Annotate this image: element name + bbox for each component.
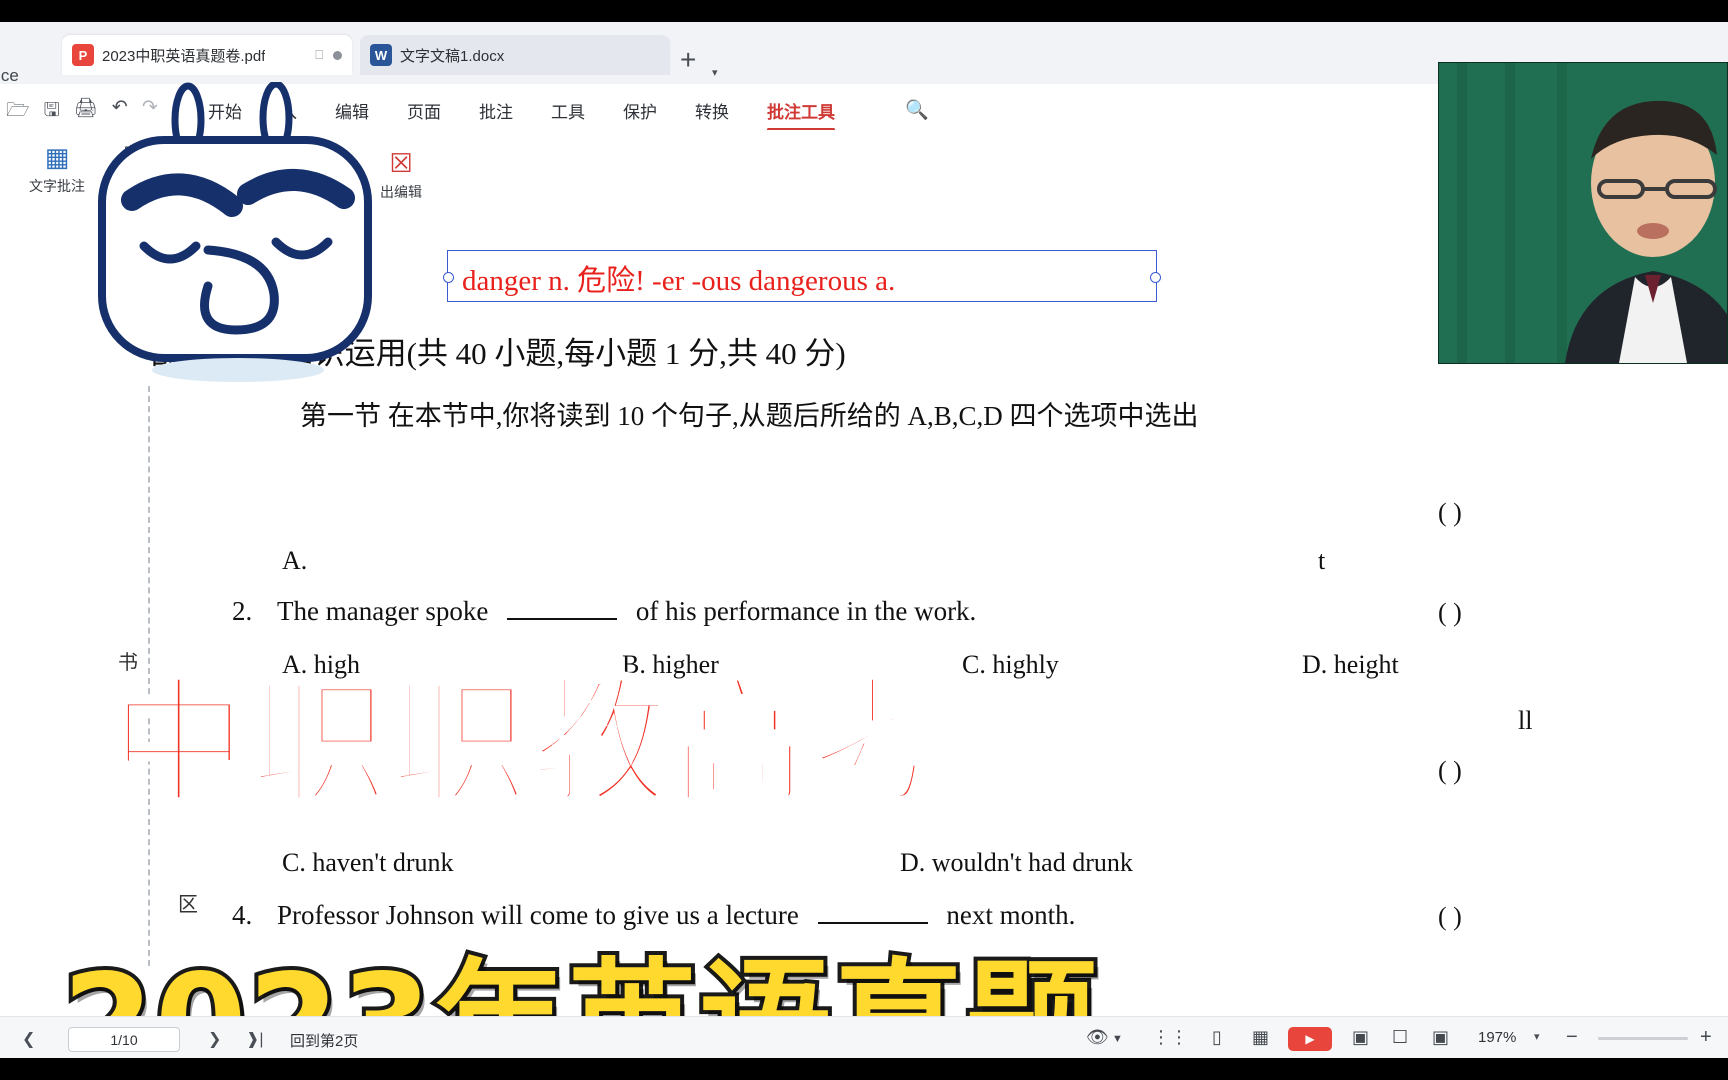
answer-blank <box>507 618 618 620</box>
eye-icon[interactable]: 👁 <box>1086 1027 1109 1048</box>
zoom-slider[interactable] <box>1598 1037 1688 1040</box>
tab-docx[interactable]: W 文字文稿1.docx <box>360 35 670 75</box>
tab-label: 2023中职英语真题卷.pdf <box>102 47 266 65</box>
resize-handle-right[interactable] <box>1150 272 1161 283</box>
fit-width-icon[interactable]: ⋮⋮ <box>1152 1027 1188 1048</box>
annotation-text-box[interactable]: danger n. 危险! -er -ous dangerous a. <box>443 250 1161 302</box>
tab-indicators: ⎕ <box>315 47 342 63</box>
section-subheading: 第一节 在本节中,你将读到 10 个句子,从题后所给的 A,B,C,D 四个选项… <box>300 401 1199 431</box>
save-icon[interactable]: 🖫 <box>44 96 60 128</box>
cartoon-mascot-icon <box>98 82 372 382</box>
search-icon[interactable]: 🔍 <box>905 98 929 122</box>
menu-item-comment[interactable]: 批注 <box>479 98 513 123</box>
tool-label: 文字批注 <box>29 178 85 194</box>
answer-paren: ( ) <box>1438 756 1462 785</box>
zoom-in-button[interactable]: + <box>1700 1026 1712 1049</box>
zoom-caret-icon[interactable]: ▾ <box>1534 1030 1540 1043</box>
answer-paren: ( ) <box>1438 498 1462 527</box>
page-indicator[interactable]: 1/10 <box>68 1027 180 1052</box>
question-stem-a: The manager spoke <box>277 596 489 626</box>
answer-paren: ( ) <box>1438 902 1462 931</box>
margin-mark-2: 区 <box>178 894 198 916</box>
menu-item-tools[interactable]: 工具 <box>551 98 585 123</box>
menu-item-annotation-tools[interactable]: 批注工具 <box>767 98 835 131</box>
menu-item-protect[interactable]: 保护 <box>623 98 657 123</box>
status-bar: ❮ 1/10 ❯ ❱| 回到第2页 👁 ▼ ⋮⋮ ▯ ▦ ▶ ▣ ☐ ▣ 197… <box>0 1016 1728 1058</box>
question-number: 2. <box>232 596 253 626</box>
tab-label: 文字文稿1.docx <box>400 47 505 65</box>
q2-option-c: C. highly <box>962 650 1059 679</box>
reflow-icon[interactable]: ▣ <box>1352 1027 1369 1048</box>
menu-item-convert[interactable]: 转换 <box>695 98 729 123</box>
tab-pdf[interactable]: P 2023中职英语真题卷.pdf ⎕ <box>62 35 352 75</box>
zoom-out-button[interactable]: − <box>1566 1026 1578 1049</box>
zoom-level-label[interactable]: 197% <box>1478 1029 1516 1046</box>
annotation-text: danger n. 危险! -er -ous dangerous a. <box>462 265 896 297</box>
q3-option-d: D. wouldn't had drunk <box>900 848 1133 877</box>
chevron-right-icon[interactable]: ❯ <box>208 1029 221 1049</box>
q3-option-c: C. haven't drunk <box>282 848 454 877</box>
two-page-icon[interactable]: ▦ <box>1252 1027 1269 1048</box>
q1-option-d-tail: t <box>1318 546 1326 575</box>
menu-item-page[interactable]: 页面 <box>407 98 441 123</box>
screen-icon[interactable]: ⎕ <box>315 47 323 63</box>
eye-caret-icon[interactable]: ▼ <box>1112 1033 1123 1045</box>
open-folder-icon[interactable]: 🗁 <box>6 96 30 128</box>
crop-icon[interactable]: ☐ <box>1392 1027 1408 1048</box>
screenshot-icon[interactable]: ▣ <box>1432 1027 1449 1048</box>
doc-file-icon: W <box>370 44 392 66</box>
question-stem-b: of his performance in the work. <box>635 596 977 626</box>
q2-option-d: D. height <box>1302 650 1399 679</box>
tab-list-caret-icon[interactable]: ▾ <box>712 66 718 79</box>
pdf-file-icon: P <box>72 44 94 66</box>
q3-option-tail: ll <box>1518 706 1533 735</box>
application-window: ffice P 2023中职英语真题卷.pdf ⎕ W 文字文稿1.docx +… <box>0 22 1728 1058</box>
watermark-title-line1: 中职职教高考 <box>107 661 951 827</box>
last-page-icon[interactable]: ❱| <box>246 1029 264 1049</box>
chevron-left-icon[interactable]: ❮ <box>22 1029 35 1049</box>
webcam-video <box>1438 62 1728 364</box>
answer-paren: ( ) <box>1438 598 1462 627</box>
question-2: 2. The manager spoke of his performance … <box>232 596 976 627</box>
single-page-icon[interactable]: ▯ <box>1212 1027 1222 1048</box>
resize-handle-left[interactable] <box>443 272 454 283</box>
presentation-play-button[interactable]: ▶ <box>1288 1027 1332 1051</box>
q1-option-a: A. <box>282 546 308 575</box>
back-to-page-link[interactable]: 回到第2页 <box>290 1030 358 1051</box>
modified-dot-icon <box>333 50 342 60</box>
app-brand-label: ffice <box>0 66 19 85</box>
